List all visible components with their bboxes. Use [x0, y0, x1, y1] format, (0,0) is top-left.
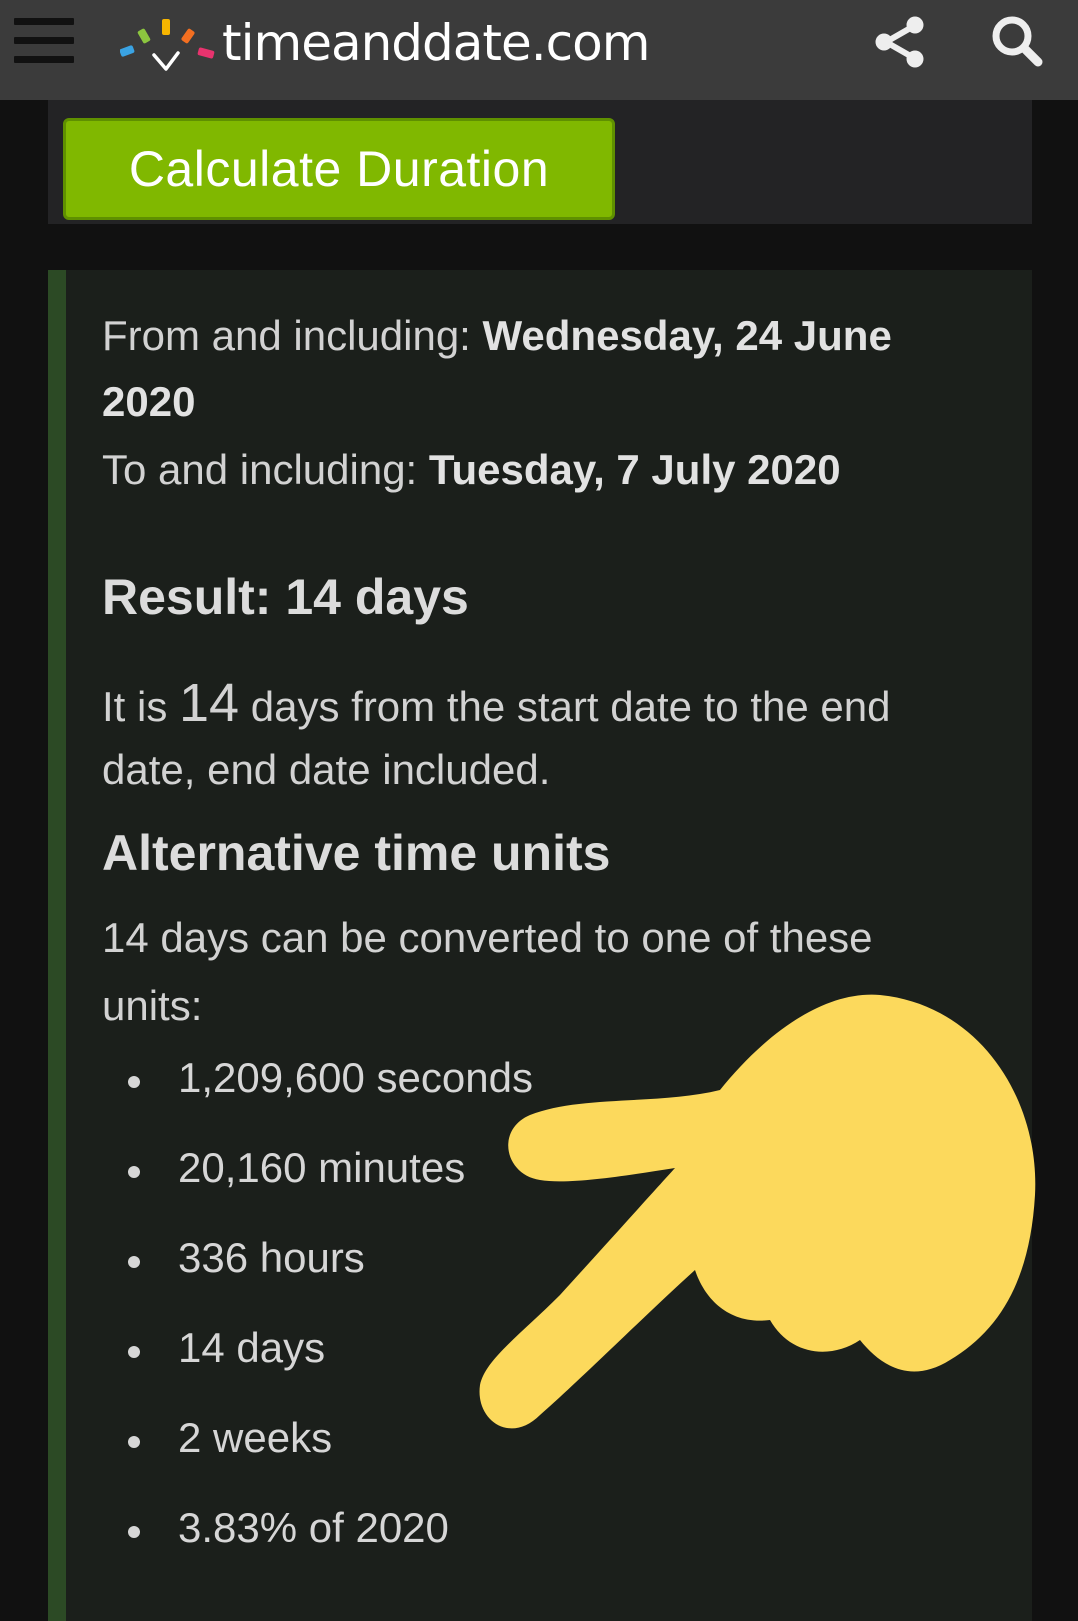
to-label: To and including:	[102, 446, 429, 493]
from-date-part1: Wednesday, 24 June	[482, 312, 892, 359]
bullet-icon	[128, 1526, 140, 1538]
site-logo[interactable]: timeanddate.com	[120, 8, 650, 78]
hamburger-menu-icon[interactable]	[14, 18, 74, 64]
calculate-duration-button[interactable]: Calculate Duration	[63, 118, 615, 220]
pointing-hand-icon	[479, 994, 1036, 1429]
logo-mark-icon	[120, 19, 215, 71]
from-date-line-2: 2020	[102, 378, 195, 426]
result-description-line2: date, end date included.	[102, 746, 551, 793]
search-icon[interactable]	[988, 12, 1048, 72]
bullet-icon	[128, 1166, 140, 1178]
desc-prefix: It is	[102, 683, 180, 730]
site-name: timeanddate.com	[222, 14, 650, 72]
unit-value: 336 hours	[178, 1234, 365, 1281]
alt-units-desc-line2: units:	[102, 982, 203, 1029]
bullet-icon	[128, 1346, 140, 1358]
result-heading: Result: 14 days	[102, 569, 469, 625]
unit-value: 2 weeks	[178, 1414, 333, 1461]
desc-suffix: days from the start date to the end	[239, 683, 891, 730]
alt-units-heading: Alternative time units	[102, 825, 611, 881]
unit-value: 3.83% of 2020	[178, 1504, 449, 1551]
bullet-icon	[128, 1256, 140, 1268]
result-description-line1: It is 14 days from the start date to the…	[102, 672, 890, 734]
from-date-part2: 2020	[102, 378, 196, 425]
unit-value: 20,160 minutes	[178, 1144, 466, 1191]
calculator-panel: Calculate Duration	[48, 100, 1032, 224]
bullet-icon	[128, 1076, 140, 1088]
desc-number: 14	[179, 673, 240, 733]
bullet-icon	[128, 1436, 140, 1448]
share-icon[interactable]	[872, 14, 928, 70]
alt-units-desc-line1: 14 days can be converted to one of these	[102, 914, 873, 961]
unit-value: 14 days	[178, 1324, 326, 1371]
from-label: From and including:	[102, 312, 483, 359]
to-date-line: To and including: Tuesday, 7 July 2020	[102, 446, 841, 494]
to-date: Tuesday, 7 July 2020	[428, 446, 841, 493]
top-bar: timeanddate.com	[0, 0, 1078, 100]
from-date-line: From and including: Wednesday, 24 June	[102, 312, 892, 360]
